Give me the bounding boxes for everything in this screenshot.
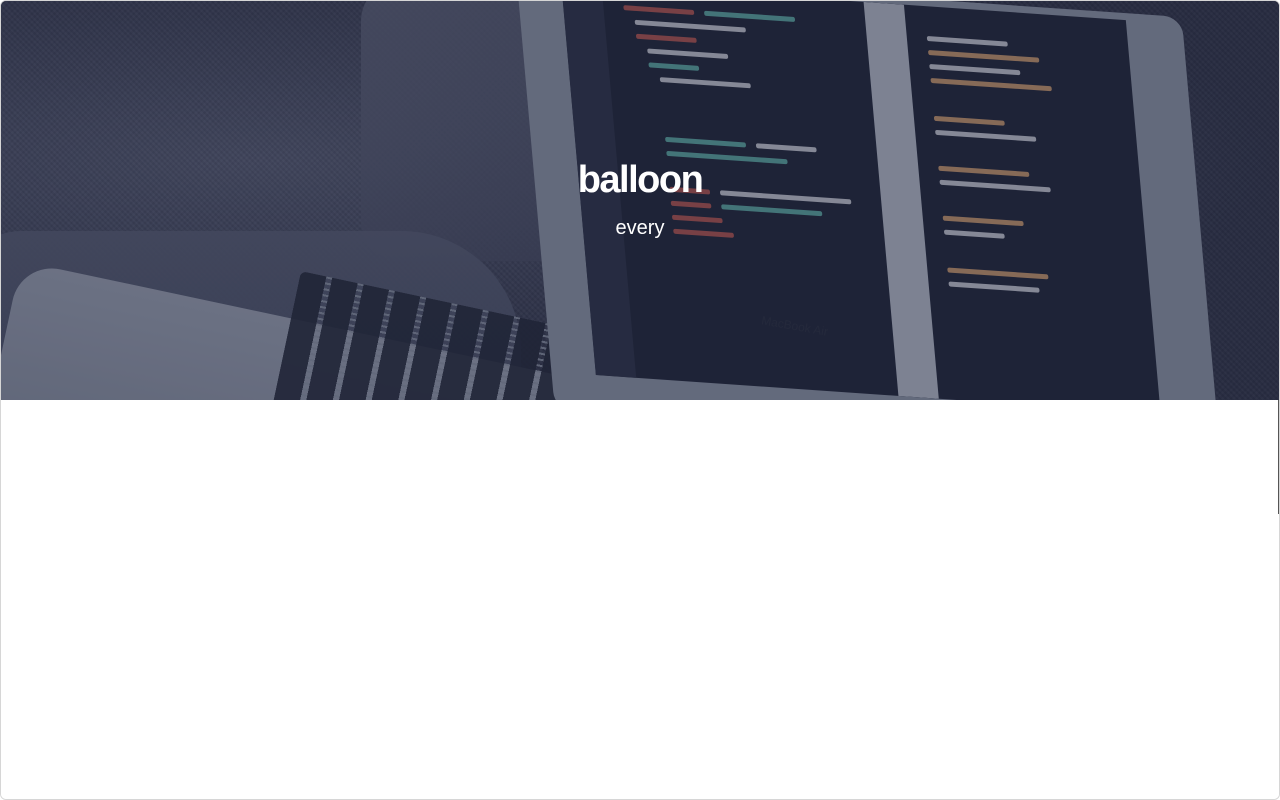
scrollbar-edge bbox=[1278, 400, 1279, 514]
browser-frame: MacBook Air balloon every bbox=[0, 0, 1280, 800]
hero-subtitle: every bbox=[615, 217, 665, 239]
hero-title: balloon bbox=[577, 159, 704, 201]
hero-banner: MacBook Air balloon every bbox=[1, 1, 1279, 400]
page-content bbox=[1, 400, 1279, 799]
